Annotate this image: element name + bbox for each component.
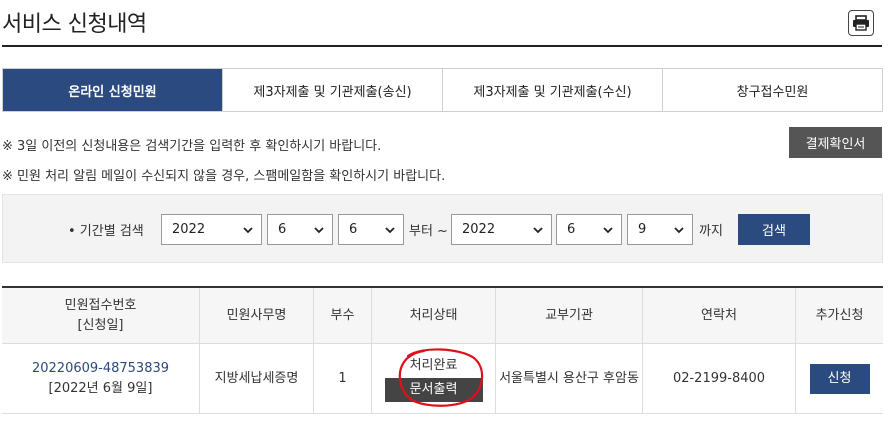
to-month-value: 6 <box>567 222 576 237</box>
page-title: 서비스 신청내역 <box>2 12 147 37</box>
chevron-down-icon <box>314 227 324 234</box>
apply-button[interactable]: 신청 <box>809 363 870 394</box>
header-doc-name: 민원사무명 <box>200 288 314 343</box>
chevron-down-icon <box>385 227 395 234</box>
cell-doc-name: 지방세납세증명 <box>200 344 314 413</box>
notice-spam-mail: ※ 민원 처리 알림 메일이 수신되지 않을 경우, 스팸메일함을 확인하시기 … <box>2 169 446 184</box>
header-apply-date-label: [신청일] <box>77 317 124 333</box>
tab-third-party-sent[interactable]: 제3자제출 및 기관제출(송신) <box>223 69 443 111</box>
cell-contact: 02-2199-8400 <box>643 344 796 413</box>
to-day-value: 9 <box>638 222 647 237</box>
payment-confirmation-button[interactable]: 결제확인서 <box>789 127 882 158</box>
tab-bar: 온라인 신청민원 제3자제출 및 기관제출(송신) 제3자제출 및 기관제출(수… <box>2 68 883 112</box>
period-search-label: • 기간별 검색 <box>68 224 144 239</box>
print-button[interactable] <box>848 10 874 36</box>
from-month-value: 6 <box>278 222 287 237</box>
chevron-down-icon <box>674 227 684 234</box>
to-year-value: 2022 <box>462 222 496 237</box>
cell-agency: 서울특별시 용산구 후암동 <box>496 344 643 413</box>
to-day-select[interactable]: 9 <box>627 214 693 245</box>
status-text: 처리완료 <box>409 357 458 373</box>
from-day-value: 6 <box>349 222 358 237</box>
cell-status: 처리완료 문서출력 <box>372 344 496 413</box>
title-divider <box>2 45 882 47</box>
from-year-select[interactable]: 2022 <box>161 214 262 245</box>
header-contact: 연락처 <box>643 288 796 343</box>
chevron-down-icon <box>533 227 543 234</box>
tab-online-applications[interactable]: 온라인 신청민원 <box>3 69 223 111</box>
tab-counter-applications[interactable]: 창구접수민원 <box>663 69 882 111</box>
tab-third-party-received[interactable]: 제3자제출 및 기관제출(수신) <box>443 69 663 111</box>
to-suffix: 까지 <box>699 224 723 239</box>
to-month-select[interactable]: 6 <box>556 214 622 245</box>
header-receipt-no: 민원접수번호 [신청일] <box>2 288 200 343</box>
header-receipt-no-label: 민원접수번호 <box>64 297 137 313</box>
from-month-select[interactable]: 6 <box>267 214 333 245</box>
header-agency: 교부기관 <box>496 288 643 343</box>
from-suffix: 부터 ~ <box>409 224 448 239</box>
search-button[interactable]: 검색 <box>738 214 810 245</box>
apply-date: [2022년 6월 9일] <box>48 380 153 396</box>
chevron-down-icon <box>603 227 613 234</box>
table-row: 20220609-48753839 [2022년 6월 9일] 지방세납세증명 … <box>2 344 883 414</box>
table-header: 민원접수번호 [신청일] 민원사무명 부수 처리상태 교부기관 연락처 추가신청 <box>2 288 883 344</box>
printer-icon <box>853 15 869 31</box>
header-extra: 추가신청 <box>815 307 864 323</box>
to-year-select[interactable]: 2022 <box>451 214 552 245</box>
cell-receipt: 20220609-48753839 [2022년 6월 9일] <box>2 344 200 413</box>
receipt-number-link[interactable]: 20220609-48753839 <box>32 359 169 379</box>
cell-extra: 신청 <box>796 344 883 413</box>
from-year-value: 2022 <box>172 222 206 237</box>
chevron-down-icon <box>243 227 253 234</box>
cell-copies: 1 <box>314 344 372 413</box>
print-document-button[interactable]: 문서출력 <box>384 377 483 402</box>
notice-search-period: ※ 3일 이전의 신청내용은 검색기간을 입력한 후 확인하시기 바랍니다. <box>2 139 382 154</box>
header-copies: 부수 <box>314 288 372 343</box>
from-day-select[interactable]: 6 <box>338 214 404 245</box>
header-status: 처리상태 <box>372 288 496 343</box>
